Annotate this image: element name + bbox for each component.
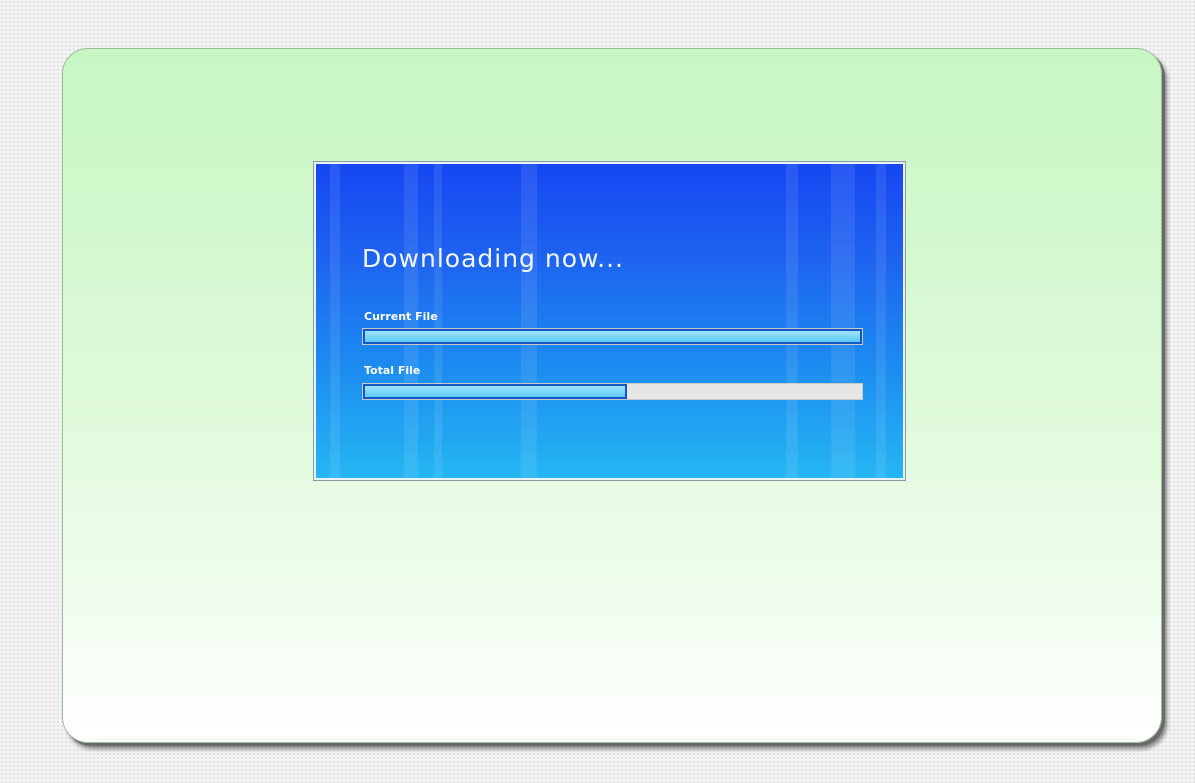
download-progress-panel: Downloading now... Current File Total Fi… [313,161,906,481]
decorative-stripe [330,164,340,478]
decorative-stripe [876,164,886,478]
decorative-stripe [786,164,798,478]
total-file-progress-fill [363,384,628,399]
current-file-label: Current File [364,310,438,323]
total-file-label: Total File [364,364,421,377]
download-title: Downloading now... [362,244,625,273]
current-file-progress-bar [362,328,863,345]
decorative-stripe [521,164,537,478]
decorative-stripe [831,164,855,478]
current-file-progress-fill [363,329,862,344]
total-file-progress-bar [362,383,863,400]
